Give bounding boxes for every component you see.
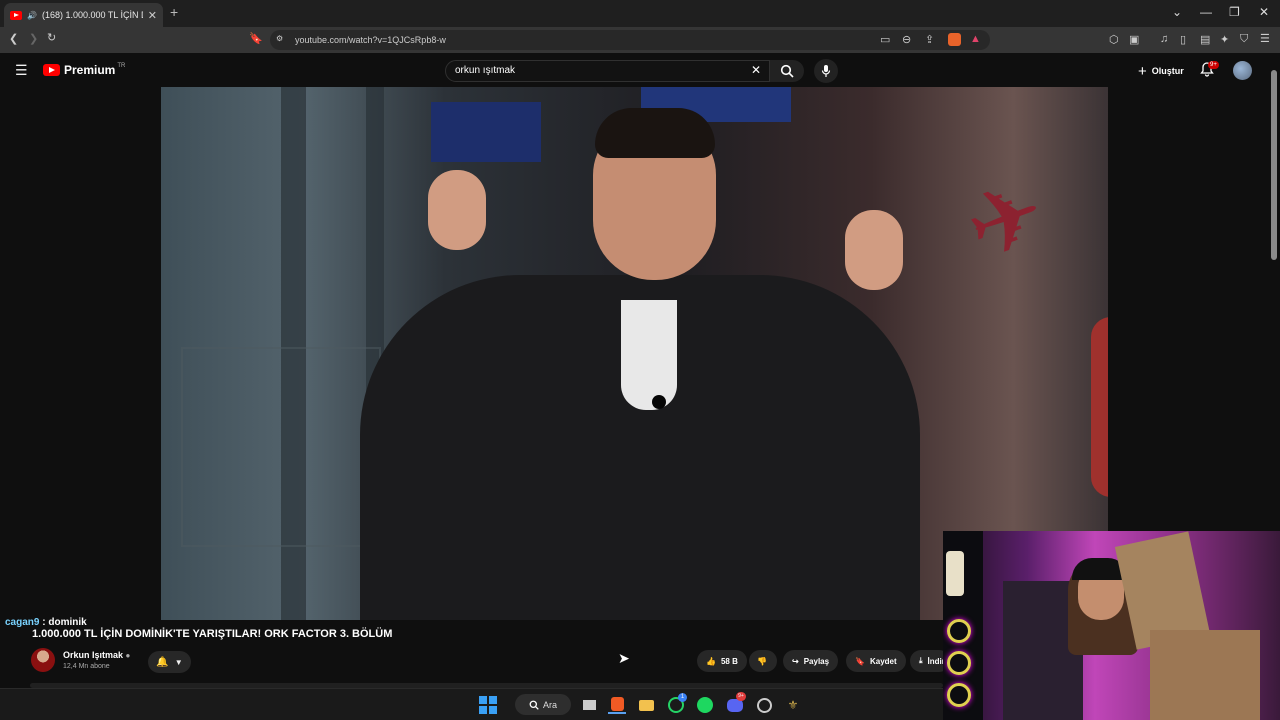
zoom-icon[interactable]: ⊖: [902, 33, 911, 46]
like-button[interactable]: 👍 58 B: [697, 650, 747, 672]
account-avatar[interactable]: [1233, 61, 1252, 80]
search-input[interactable]: orkun ışıtmak: [445, 60, 770, 82]
share-page-icon[interactable]: ⇪: [925, 33, 934, 46]
task-view-icon[interactable]: [580, 696, 598, 714]
cast-icon[interactable]: ▭: [880, 33, 890, 46]
windows-start-icon[interactable]: [479, 696, 497, 714]
leo-ai-icon[interactable]: ✦: [1220, 33, 1229, 46]
logo-text: Premium: [64, 63, 116, 77]
clear-search-icon[interactable]: ✕: [751, 63, 761, 77]
vpn-icon[interactable]: ⛉: [1240, 33, 1248, 46]
youtube-logo-icon: [43, 64, 60, 76]
search-icon: [529, 700, 539, 710]
rgb-fan: [947, 651, 971, 675]
menu-icon[interactable]: ☰: [15, 62, 28, 79]
region-code: TR: [117, 63, 126, 69]
browser-tab-bar: [0, 0, 1280, 27]
search-button[interactable]: [770, 60, 804, 82]
channel-avatar[interactable]: [31, 648, 55, 672]
wallet-icon[interactable]: ▤: [1200, 33, 1210, 46]
browser-menu-icon[interactable]: ☰: [1260, 32, 1270, 45]
back-icon[interactable]: ❮: [9, 32, 18, 45]
save-button[interactable]: 🔖 Kaydet: [846, 650, 906, 672]
rgb-fan: [947, 619, 971, 643]
chat-user: cagan9: [5, 617, 40, 628]
tab-close-icon[interactable]: ✕: [148, 9, 157, 22]
discord-badge: 9+: [736, 692, 746, 701]
url-text: youtube.com/watch?v=1QJCsRpb8-w: [295, 35, 446, 45]
share-button[interactable]: ↪ Paylaş: [783, 650, 839, 672]
paper-bag: [1150, 630, 1260, 720]
maximize-button[interactable]: ❐: [1229, 5, 1240, 19]
reload-icon[interactable]: ↻: [47, 31, 56, 44]
site-info-icon[interactable]: ⚙: [276, 34, 283, 43]
bookmark-icon[interactable]: 🔖: [249, 32, 263, 45]
dislike-icon: 👎: [757, 656, 767, 666]
save-icon: 🔖: [855, 656, 865, 666]
league-icon[interactable]: ⚜: [784, 696, 802, 714]
share-icon: ↪: [792, 656, 799, 666]
screenshot-icon[interactable]: ▣: [1129, 33, 1139, 46]
minimize-button[interactable]: —: [1200, 5, 1212, 19]
lapel-mic: [652, 395, 666, 409]
person-hair: [595, 108, 715, 158]
tab-search-icon[interactable]: ⌄: [1172, 5, 1182, 19]
thumbs-up-right: [845, 210, 903, 290]
voice-search-button[interactable]: [814, 59, 838, 83]
browser-tab[interactable]: 🔊 (168) 1.000.000 TL İÇİN DOMİ ✕: [4, 3, 163, 27]
bell-icon: 🔔: [156, 656, 169, 668]
brave-rewards-icon[interactable]: ▲: [970, 33, 981, 45]
channel-name[interactable]: Orkun Işıtmak ●: [63, 650, 130, 660]
search-value: orkun ışıtmak: [455, 65, 516, 76]
mouse-cursor-icon: ➤: [618, 650, 630, 666]
download-icon: ⤓: [919, 656, 923, 665]
person-tshirt: [621, 300, 677, 410]
music-icon[interactable]: ♫: [1160, 33, 1168, 45]
mic-icon: [821, 65, 831, 77]
channel-name-text: Orkun Işıtmak: [63, 650, 124, 660]
like-count: 58 B: [720, 656, 738, 666]
taskbar-search[interactable]: Ara: [515, 694, 571, 715]
youtube-logo[interactable]: Premium TR: [43, 63, 125, 77]
spotify-icon[interactable]: [696, 696, 714, 714]
brave-taskbar-icon[interactable]: [608, 696, 626, 714]
sidebar-icon[interactable]: ▯: [1180, 33, 1186, 46]
chat-text: dominik: [48, 617, 87, 628]
notification-badge: 9+: [1208, 61, 1219, 69]
plus-icon: +: [1138, 62, 1147, 80]
scrollbar[interactable]: [1271, 70, 1277, 260]
youtube-favicon-icon: [10, 10, 22, 20]
like-icon: 👍: [706, 656, 716, 666]
spray-can: [946, 551, 964, 596]
bg-blue-sign: [431, 102, 541, 162]
subscriber-count: 12,4 Mn abone: [63, 663, 110, 670]
file-explorer-icon[interactable]: [637, 696, 655, 714]
subscribed-bell-button[interactable]: 🔔 ▼: [148, 651, 191, 673]
save-label: Kaydet: [869, 656, 897, 666]
brave-shields-icon[interactable]: [948, 33, 961, 46]
app-icon[interactable]: [755, 696, 773, 714]
create-label: Oluştur: [1151, 66, 1184, 76]
chevron-down-icon: ▼: [174, 657, 183, 667]
new-tab-button[interactable]: +: [170, 4, 178, 20]
rgb-fan: [947, 683, 971, 707]
dislike-button[interactable]: 👎: [749, 650, 777, 672]
extensions-icon[interactable]: ⬡: [1109, 33, 1119, 46]
speaker-icon: 🔊: [27, 10, 37, 20]
bg-hair: [1091, 317, 1108, 497]
share-label: Paylaş: [803, 656, 830, 666]
tab-title: (168) 1.000.000 TL İÇİN DOMİ: [41, 10, 143, 20]
close-window-button[interactable]: ✕: [1259, 5, 1269, 19]
verified-icon: ●: [125, 651, 131, 660]
forward-icon[interactable]: ❯: [29, 32, 38, 45]
search-icon: [780, 64, 794, 78]
bg-railing: [181, 347, 381, 547]
video-title: 1.000.000 TL İÇİN DOMİNİK'TE YARIŞTILAR!…: [32, 628, 393, 640]
create-button[interactable]: + Oluştur: [1132, 60, 1190, 82]
taskbar-search-label: Ara: [542, 699, 557, 710]
chat-message: cagan9 : dominik: [5, 617, 87, 628]
thumbs-up-left: [428, 170, 486, 250]
whatsapp-badge: 1: [678, 693, 687, 702]
